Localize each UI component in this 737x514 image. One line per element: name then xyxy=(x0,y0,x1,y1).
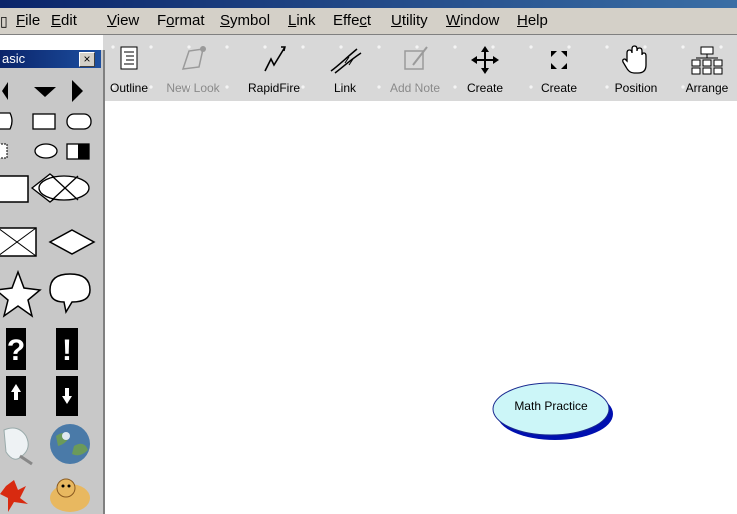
palette-shapes-row-5[interactable] xyxy=(0,268,100,320)
node-label: Math Practice xyxy=(514,399,588,413)
palette-arrow-shapes[interactable] xyxy=(0,78,100,104)
palette-shapes-row-2[interactable] xyxy=(0,140,100,162)
rapidfire-button[interactable]: RapidFire xyxy=(241,35,307,101)
outline-icon xyxy=(120,46,138,70)
position-button[interactable]: Position xyxy=(605,35,667,101)
menu-file[interactable]: File xyxy=(16,12,40,29)
system-menu-icon[interactable]: ▯ xyxy=(0,13,8,30)
arrow-left-shape xyxy=(2,82,8,100)
palette-question-exclaim[interactable]: ? ! xyxy=(0,326,100,372)
menu-view[interactable]: View xyxy=(107,12,139,29)
add-note-icon xyxy=(404,46,428,70)
palette-close-button[interactable]: × xyxy=(79,52,95,67)
palette-up-down-arrows[interactable] xyxy=(0,374,100,420)
add-note-label: Add Note xyxy=(389,81,441,95)
palette-clipart-row-2[interactable] xyxy=(0,472,100,514)
palette-shapes-row-3[interactable] xyxy=(0,168,100,208)
position-label: Position xyxy=(614,81,658,95)
menu-effect[interactable]: Effect xyxy=(333,12,371,29)
new-look-label: New Look xyxy=(166,81,220,95)
palette-title: asic xyxy=(2,51,26,66)
new-look-icon xyxy=(181,46,206,70)
svg-text:?: ? xyxy=(7,334,25,367)
palette-title-bar[interactable]: asic × xyxy=(0,50,101,68)
create-expand-label: Create xyxy=(540,81,578,95)
create-arrows-icon xyxy=(471,46,499,74)
menu-window[interactable]: Window xyxy=(446,12,499,29)
menu-format[interactable]: Format xyxy=(157,12,205,29)
palette-clipart-row-1[interactable] xyxy=(0,422,100,468)
arrow-right-shape xyxy=(72,80,83,102)
arrow-down-shape xyxy=(34,87,56,97)
menu-bar: ▯ File Edit View Format Symbol Link Effe… xyxy=(0,8,737,35)
link-button[interactable]: Link xyxy=(319,35,371,101)
menu-symbol[interactable]: Symbol xyxy=(220,12,270,29)
symbol-palette: asic × ? ! xyxy=(0,50,105,514)
create-arrows-label: Create xyxy=(466,81,504,95)
create-expand-icon xyxy=(551,51,567,69)
add-note-button[interactable]: Add Note xyxy=(385,35,445,101)
link-icon xyxy=(330,48,362,74)
create-expand-button[interactable]: Create xyxy=(531,35,587,101)
rapidfire-icon xyxy=(264,46,286,72)
new-look-button[interactable]: New Look xyxy=(163,35,223,101)
svg-text:!: ! xyxy=(62,334,72,367)
diagram-canvas[interactable]: Math Practice xyxy=(105,102,737,514)
menu-help[interactable]: Help xyxy=(517,12,548,29)
toolbar: Outline New Look RapidFire Link Add Note xyxy=(103,35,737,101)
palette-shapes-row-1[interactable] xyxy=(0,110,100,132)
window-title-bar xyxy=(0,0,737,8)
math-practice-symbol[interactable]: Math Practice xyxy=(492,378,614,440)
palette-shapes-row-4[interactable] xyxy=(0,222,100,262)
link-label: Link xyxy=(333,81,356,95)
arrange-label: Arrange xyxy=(685,81,729,95)
outline-label: Outline xyxy=(109,81,149,95)
rapidfire-label: RapidFire xyxy=(247,81,301,95)
arrange-icon xyxy=(691,46,723,75)
menu-utility[interactable]: Utility xyxy=(391,12,428,29)
menu-link[interactable]: Link xyxy=(288,12,316,29)
outline-button[interactable]: Outline xyxy=(103,35,155,101)
hand-icon xyxy=(622,45,647,74)
arrange-button[interactable]: Arrange xyxy=(677,35,737,101)
menu-edit[interactable]: Edit xyxy=(51,12,77,29)
create-arrows-button[interactable]: Create xyxy=(457,35,513,101)
